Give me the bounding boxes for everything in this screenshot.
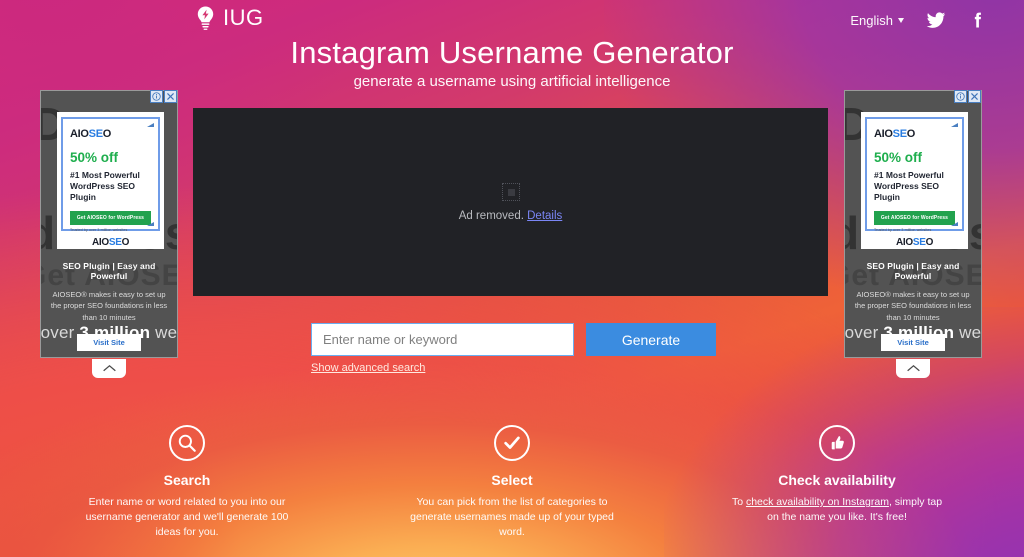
aioseo-logo: AIOSEO bbox=[874, 128, 915, 140]
page-root: IUG English Instagram Username Generator… bbox=[0, 0, 1024, 557]
instagram-availability-link[interactable]: check availability on Instagram bbox=[746, 496, 889, 508]
feature-search: Search Enter name or word related to you… bbox=[80, 425, 295, 541]
chevron-down-icon bbox=[898, 17, 904, 23]
ad-offer-text: 50% off bbox=[874, 150, 923, 165]
ad-cta-button[interactable]: Get AIOSEO for WordPress bbox=[874, 210, 955, 225]
right-side-ad[interactable]: D dPress SEO Pl Get AIOSEO for WordPr y … bbox=[844, 90, 982, 378]
chevron-up-icon bbox=[906, 364, 920, 372]
feature-description: To check availability on Instagram, simp… bbox=[730, 495, 945, 525]
info-icon[interactable] bbox=[150, 90, 163, 103]
search-row: Generate bbox=[311, 323, 716, 356]
ad-collapse-toggle[interactable] bbox=[92, 359, 126, 378]
ad-collapse-toggle[interactable] bbox=[896, 359, 930, 378]
visit-site-button[interactable]: Visit Site bbox=[881, 333, 945, 351]
ad-creative-card: AIOSEO 50% off #1 Most Powerful WordPres… bbox=[57, 112, 164, 249]
page-title: Instagram Username Generator bbox=[290, 35, 734, 70]
feature-select: Select You can pick from the list of cat… bbox=[405, 425, 620, 541]
page-subtitle: generate a username using artificial int… bbox=[353, 73, 671, 90]
site-header: IUG English bbox=[0, 0, 1024, 40]
ad-headline: SEO Plugin | Easy and Powerful bbox=[62, 261, 156, 281]
lightbulb-icon bbox=[197, 6, 214, 30]
close-icon[interactable] bbox=[968, 90, 981, 103]
facebook-icon[interactable] bbox=[968, 10, 988, 30]
aioseo-logo: AIOSEO bbox=[70, 128, 111, 140]
feature-description: Enter name or word related to you into o… bbox=[85, 496, 289, 539]
ad-body-left: SEO Plugin | Easy and Powerful AIOSEO® m… bbox=[41, 261, 177, 351]
features-section: Search Enter name or word related to you… bbox=[0, 425, 1024, 541]
ad-description: #1 Most Powerful WordPress SEO Plugin bbox=[874, 169, 944, 203]
brand-name: IUG bbox=[223, 5, 264, 30]
header-actions: English bbox=[850, 10, 988, 30]
ad-removed-message: Ad removed. Details bbox=[459, 210, 563, 222]
check-icon bbox=[494, 425, 530, 461]
show-advanced-search-link[interactable]: Show advanced search bbox=[311, 362, 425, 374]
info-icon[interactable] bbox=[954, 90, 967, 103]
thumbs-up-icon bbox=[819, 425, 855, 461]
ad-body-text: AIOSEO® makes it easy to set up the prop… bbox=[854, 290, 972, 322]
chevron-up-icon bbox=[102, 364, 116, 372]
ad-offer-text: 50% off bbox=[70, 150, 119, 165]
language-selector[interactable]: English bbox=[850, 13, 904, 28]
ad-creative-card: AIOSEO 50% off #1 Most Powerful WordPres… bbox=[861, 112, 968, 249]
feature-title: Select bbox=[491, 472, 533, 488]
feature-title: Check availability bbox=[778, 472, 896, 488]
ad-details-link[interactable]: Details bbox=[527, 210, 562, 222]
aioseo-logo-footer: AIOSEO bbox=[91, 237, 130, 248]
visit-site-button[interactable]: Visit Site bbox=[77, 333, 141, 351]
ad-headline: SEO Plugin | Easy and Powerful bbox=[866, 261, 960, 281]
ad-controls-left bbox=[150, 90, 177, 103]
generate-button[interactable]: Generate bbox=[586, 323, 716, 356]
feature-title: Search bbox=[163, 472, 211, 488]
ad-trust-text: Trusted by over 3 million websites bbox=[874, 227, 932, 232]
feature-desc-prefix: To bbox=[731, 496, 746, 508]
language-label: English bbox=[850, 12, 893, 28]
ad-description: #1 Most Powerful WordPress SEO Plugin bbox=[70, 169, 140, 203]
feature-check-availability: Check availability To check availability… bbox=[730, 425, 945, 541]
left-side-ad[interactable]: D dPress SEO Pl Get AIOSEO for WordPr y … bbox=[40, 90, 178, 378]
broken-image-icon bbox=[501, 182, 520, 201]
aioseo-logo-footer: AIOSEO bbox=[895, 237, 934, 248]
ad-removed-label: Ad removed. bbox=[458, 209, 524, 222]
feature-description: You can pick from the list of categories… bbox=[410, 496, 614, 539]
ad-controls-right bbox=[954, 90, 981, 103]
center-ad-placeholder: Ad removed. Details bbox=[193, 108, 828, 296]
ad-trust-text: Trusted by over 3 million websites bbox=[70, 227, 128, 232]
twitter-icon[interactable] bbox=[926, 10, 946, 30]
ad-body-right: SEO Plugin | Easy and Powerful AIOSEO® m… bbox=[845, 261, 981, 351]
search-icon bbox=[169, 425, 205, 461]
brand-logo[interactable]: IUG bbox=[196, 6, 264, 30]
ad-cta-button[interactable]: Get AIOSEO for WordPress bbox=[70, 210, 151, 225]
search-input[interactable] bbox=[311, 323, 574, 356]
close-icon[interactable] bbox=[164, 90, 177, 103]
ad-body-text: AIOSEO® makes it easy to set up the prop… bbox=[50, 290, 168, 322]
